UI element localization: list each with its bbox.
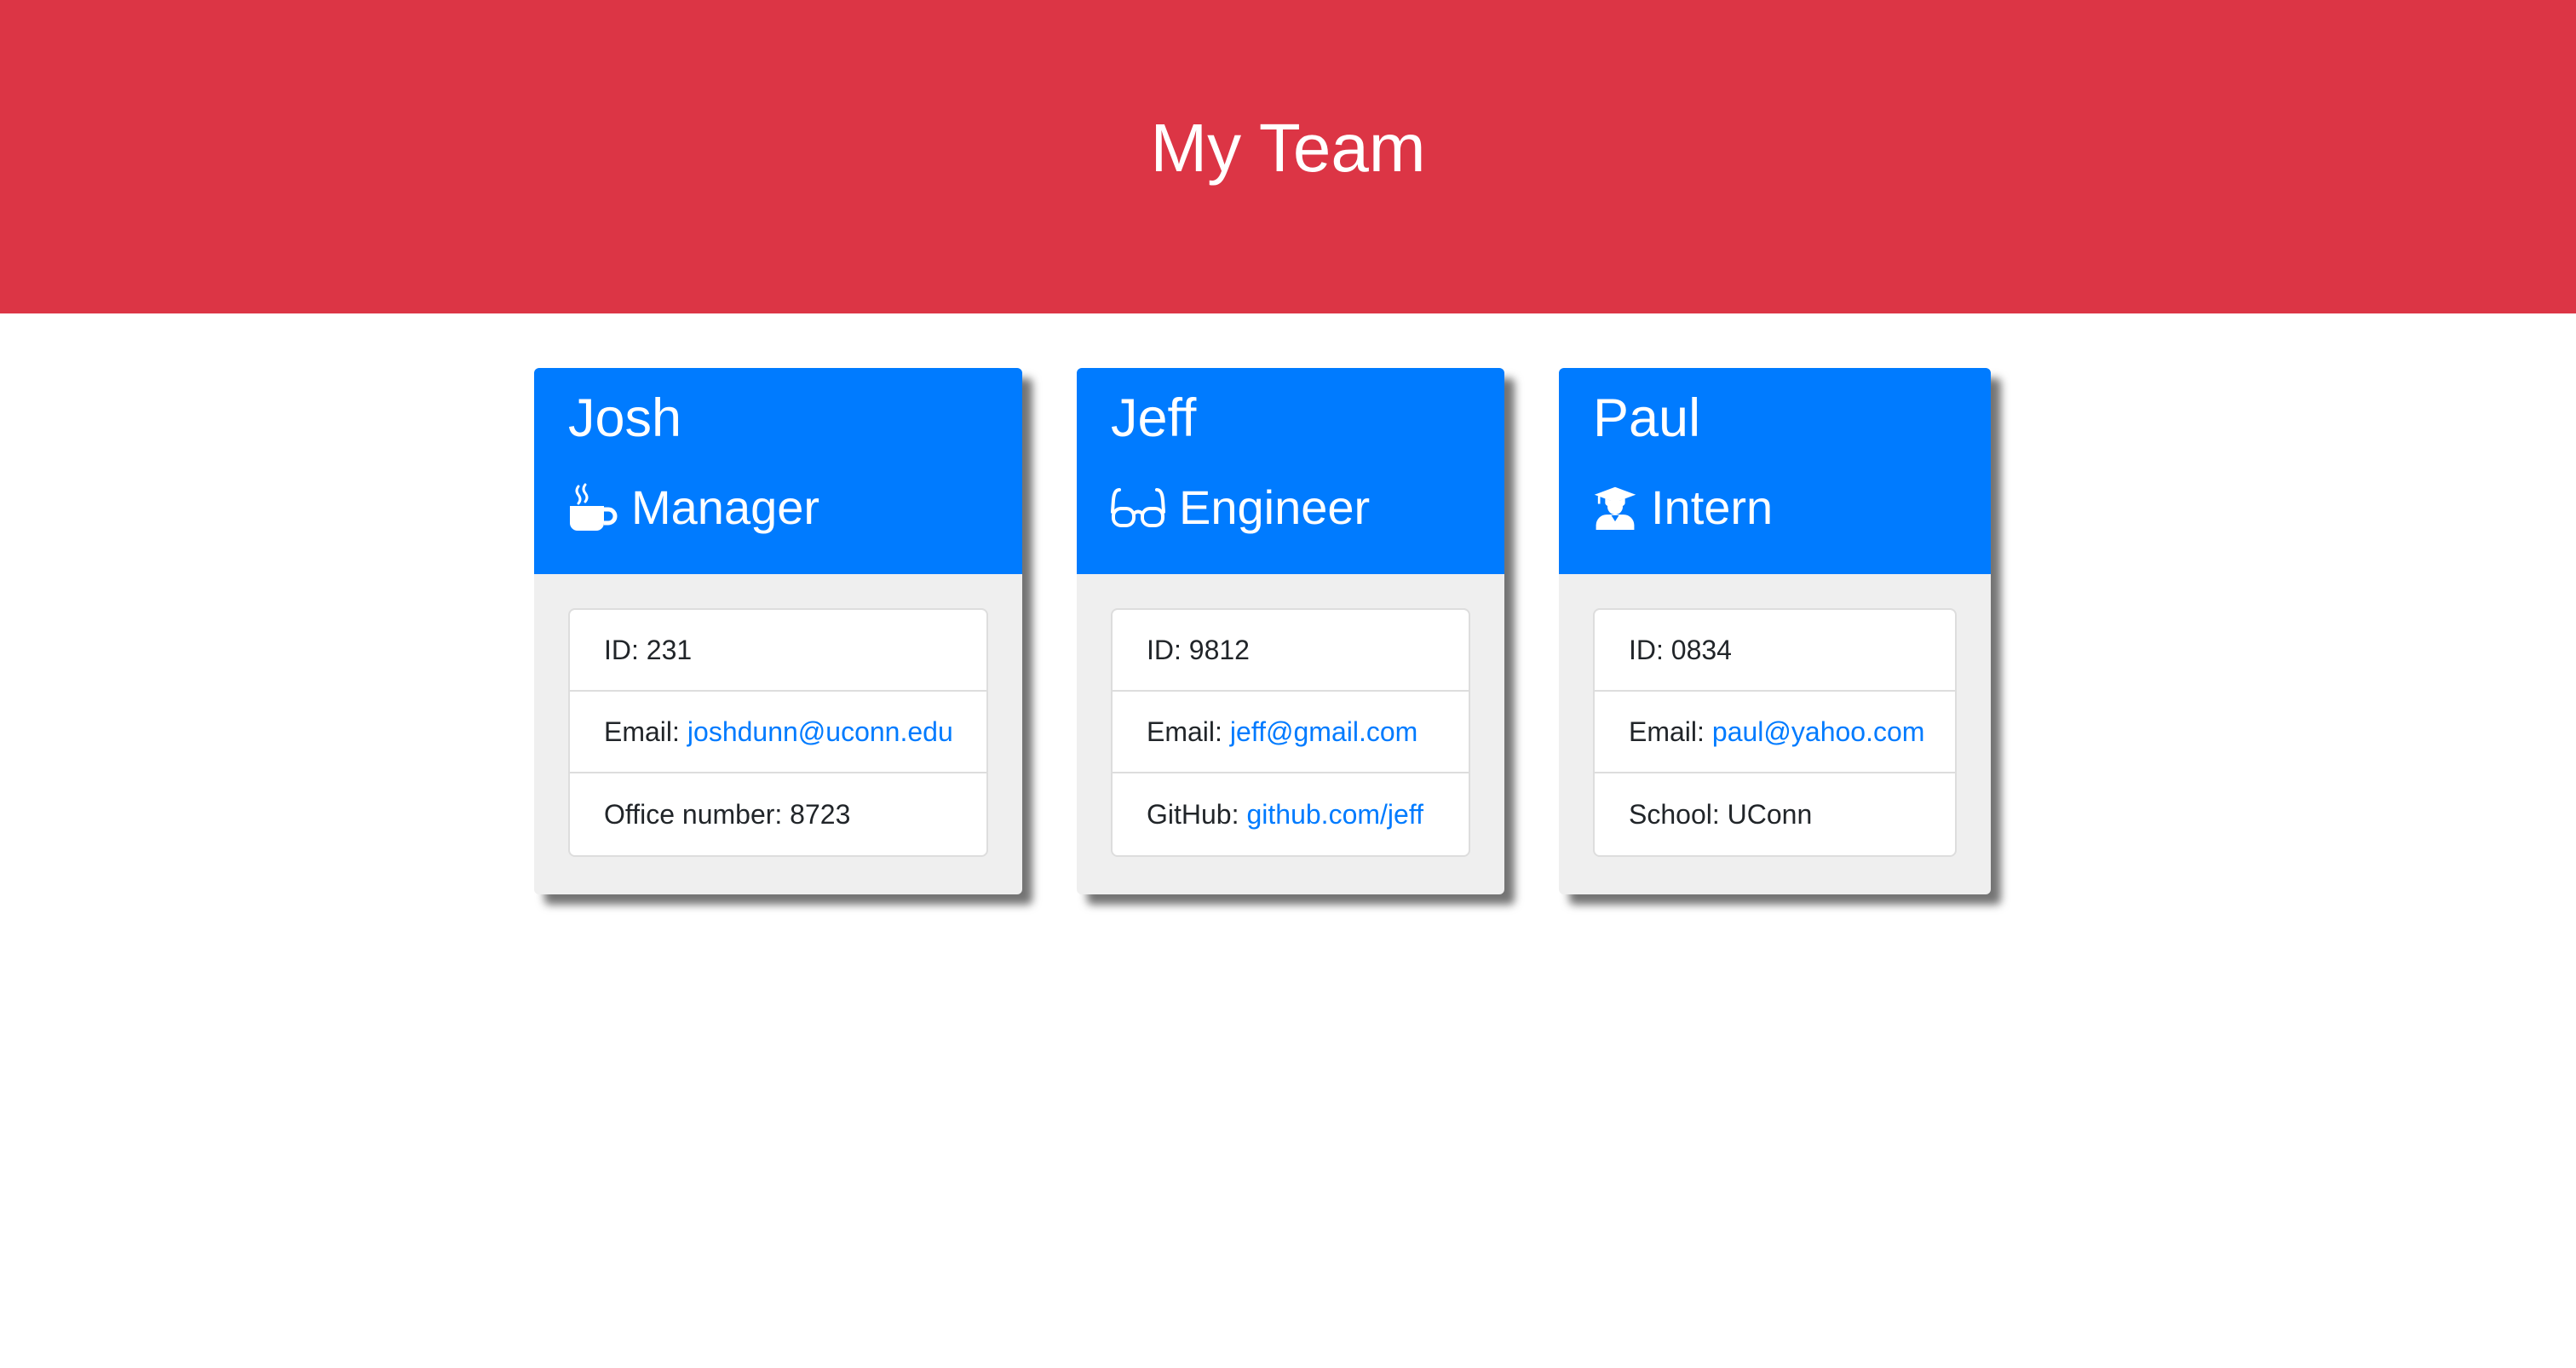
employee-card-manager: Josh Manager ID: 231 Email: joshdunn@uco…: [534, 368, 1022, 894]
role-label: Intern: [1651, 480, 1774, 534]
card-header: Jeff Engineer: [1077, 368, 1504, 574]
id-text: ID: 0834: [1629, 634, 1732, 665]
employee-role: Engineer: [1111, 480, 1470, 535]
email-link[interactable]: jeff@gmail.com: [1230, 716, 1417, 748]
id-text: ID: 9812: [1147, 634, 1250, 665]
employee-email: Email: joshdunn@uconn.edu: [570, 692, 986, 773]
employee-school: School: UConn: [1595, 773, 1955, 855]
employee-id: ID: 0834: [1595, 610, 1955, 692]
glasses-icon: [1111, 487, 1165, 527]
page-header: My Team: [0, 0, 2576, 313]
id-text: ID: 231: [604, 634, 693, 665]
employee-office-number: Office number: 8723: [570, 773, 986, 855]
employee-email: Email: jeff@gmail.com: [1113, 692, 1469, 773]
employee-name: Paul: [1593, 388, 1701, 448]
email-label: Email:: [1147, 716, 1222, 747]
email-label: Email:: [1629, 716, 1705, 747]
role-label: Manager: [631, 480, 820, 534]
employee-role: Intern: [1593, 480, 1957, 535]
employee-github: GitHub: github.com/jeff: [1113, 773, 1469, 855]
employee-card-engineer: Jeff Engineer ID: 9812 Email: jeff@gmail…: [1077, 368, 1504, 894]
card-header: Paul Intern: [1559, 368, 1991, 574]
school-text: School: UConn: [1629, 798, 1813, 830]
employee-role: Manager: [568, 480, 988, 535]
user-graduate-icon: [1594, 486, 1636, 530]
employee-name: Jeff: [1111, 388, 1197, 448]
page-title: My Team: [1150, 110, 1426, 186]
employee-details: ID: 231 Email: joshdunn@uconn.edu Office…: [568, 608, 988, 857]
employee-email: Email: paul@yahoo.com: [1595, 692, 1955, 773]
role-label: Engineer: [1179, 480, 1371, 534]
employee-details: ID: 0834 Email: paul@yahoo.com School: U…: [1593, 608, 1957, 857]
employee-details: ID: 9812 Email: jeff@gmail.com GitHub: g…: [1111, 608, 1470, 857]
employee-card-intern: Paul Intern ID: 0834 Email: paul@yahoo.c…: [1559, 368, 1991, 894]
github-link[interactable]: github.com/jeff: [1246, 799, 1423, 831]
email-label: Email:: [604, 716, 680, 747]
card-header: Josh Manager: [534, 368, 1022, 574]
employee-id: ID: 9812: [1113, 610, 1469, 692]
employee-id: ID: 231: [570, 610, 986, 692]
email-link[interactable]: joshdunn@uconn.edu: [687, 716, 953, 748]
email-link[interactable]: paul@yahoo.com: [1712, 716, 1925, 748]
employee-name: Josh: [568, 388, 682, 448]
mug-hot-icon: [570, 483, 618, 531]
office-number-text: Office number: 8723: [604, 798, 851, 830]
github-label: GitHub:: [1147, 798, 1239, 830]
